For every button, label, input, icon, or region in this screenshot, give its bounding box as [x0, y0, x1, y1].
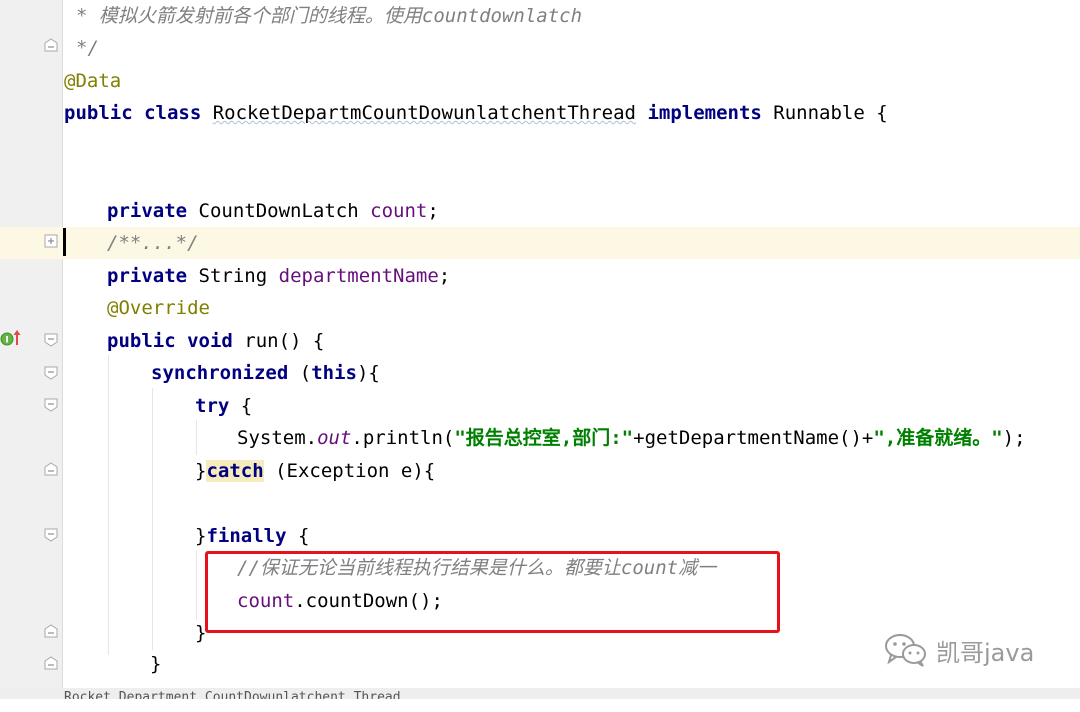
expression: +getDepartmentName()+: [633, 427, 874, 449]
keyword: finally: [206, 525, 287, 547]
code-line[interactable]: }catch (Exception e){: [0, 455, 1080, 487]
keyword: public class: [64, 102, 202, 124]
type-name: String: [198, 265, 268, 287]
keyword: this: [311, 362, 357, 384]
finally-block: }finally {: [195, 520, 309, 552]
brace: {: [240, 395, 253, 417]
println-statement: System.out.println("报告总控室,部门:"+getDepart…: [237, 422, 1026, 454]
static-field: out: [317, 427, 352, 449]
fold-end-icon[interactable]: [44, 656, 58, 670]
keyword: try: [195, 395, 230, 417]
type-name: CountDownLatch: [198, 200, 359, 222]
keyword: implements: [647, 102, 762, 124]
paren: ){: [356, 362, 380, 384]
folded-doc-comment[interactable]: /**...*/: [107, 227, 199, 259]
fold-end-icon[interactable]: [44, 624, 58, 638]
field-declaration: private CountDownLatch count;: [107, 195, 439, 227]
brace: }: [195, 460, 207, 482]
class-ref: System.: [237, 427, 318, 449]
brace: {: [286, 525, 310, 547]
method-call: .println(: [351, 427, 455, 449]
partial-next-line-text: Rocket Department CountDowunlatchent Thr…: [64, 690, 401, 699]
code-line[interactable]: * 模拟火箭发射前各个部门的线程。使用countdownlatch: [0, 0, 1080, 32]
field-name: count: [370, 200, 428, 222]
doc-comment-line: * 模拟火箭发射前各个部门的线程。使用countdownlatch: [76, 5, 583, 27]
field-name: departmentName: [278, 265, 439, 287]
class-declaration: public class RocketDepartmCountDowunlatc…: [64, 97, 888, 129]
keyword: private: [107, 265, 188, 287]
implements-method-icon[interactable]: I: [0, 327, 22, 349]
code-line[interactable]: private String departmentName;: [0, 260, 1080, 292]
synchronized-block: synchronized (this){: [151, 357, 380, 389]
text-caret: [63, 228, 66, 256]
highlight-box: [205, 551, 780, 633]
code-line[interactable]: System.out.println("报告总控室,部门:"+getDepart…: [0, 422, 1080, 454]
keyword: synchronized: [151, 362, 289, 384]
code-line[interactable]: private CountDownLatch count;: [0, 195, 1080, 227]
fold-start-icon[interactable]: [44, 528, 58, 542]
keyword: public void: [107, 330, 233, 352]
catch-block: }catch (Exception e){: [195, 455, 435, 487]
watermark: 凯哥java: [884, 630, 1034, 670]
string-literal: "报告总控室,部门:": [454, 427, 634, 449]
svg-text:I: I: [5, 336, 8, 346]
code-line[interactable]: public void run() {: [0, 325, 1080, 357]
code-line[interactable]: @Override: [0, 292, 1080, 324]
keyword: private: [107, 200, 188, 222]
wechat-icon: [885, 634, 926, 667]
method-signature: run() {: [244, 330, 325, 352]
method-declaration: public void run() {: [107, 325, 324, 357]
code-line[interactable]: }finally {: [0, 520, 1080, 552]
field-declaration: private String departmentName;: [107, 260, 450, 292]
semicolon: ;: [427, 200, 439, 222]
catch-params: (Exception e){: [263, 460, 436, 482]
string-literal: ",准备就绪。": [873, 427, 1003, 449]
paren: (: [299, 362, 312, 384]
data-annotation: @Data: [64, 70, 122, 92]
current-code-line[interactable]: /**...*/: [0, 227, 1080, 259]
fold-end-icon[interactable]: [44, 462, 58, 476]
fold-start-icon[interactable]: [44, 333, 58, 347]
fold-expand-icon[interactable]: [44, 234, 58, 248]
code-line[interactable]: */: [0, 32, 1080, 64]
class-name: RocketDepartmCountDowunlatchentThread: [212, 102, 636, 124]
code-line[interactable]: public class RocketDepartmCountDowunlatc…: [0, 97, 1080, 129]
semicolon: ;: [438, 265, 451, 287]
interface-name: Runnable {: [773, 102, 888, 124]
code-line[interactable]: try {: [0, 390, 1080, 422]
override-annotation: @Override: [107, 297, 210, 319]
code-line[interactable]: synchronized (this){: [0, 357, 1080, 389]
fold-start-icon[interactable]: [44, 398, 58, 412]
doc-comment-end: */: [76, 37, 99, 59]
fold-start-icon[interactable]: [44, 366, 58, 380]
code-line[interactable]: @Data: [0, 65, 1080, 97]
keyword: catch: [206, 460, 264, 482]
closing-brace: }: [150, 653, 162, 675]
try-block: try {: [195, 390, 252, 422]
brace: }: [195, 525, 207, 547]
watermark-text: 凯哥java: [936, 638, 1035, 667]
paren: );: [1002, 427, 1026, 449]
fold-end-icon[interactable]: [44, 38, 58, 52]
